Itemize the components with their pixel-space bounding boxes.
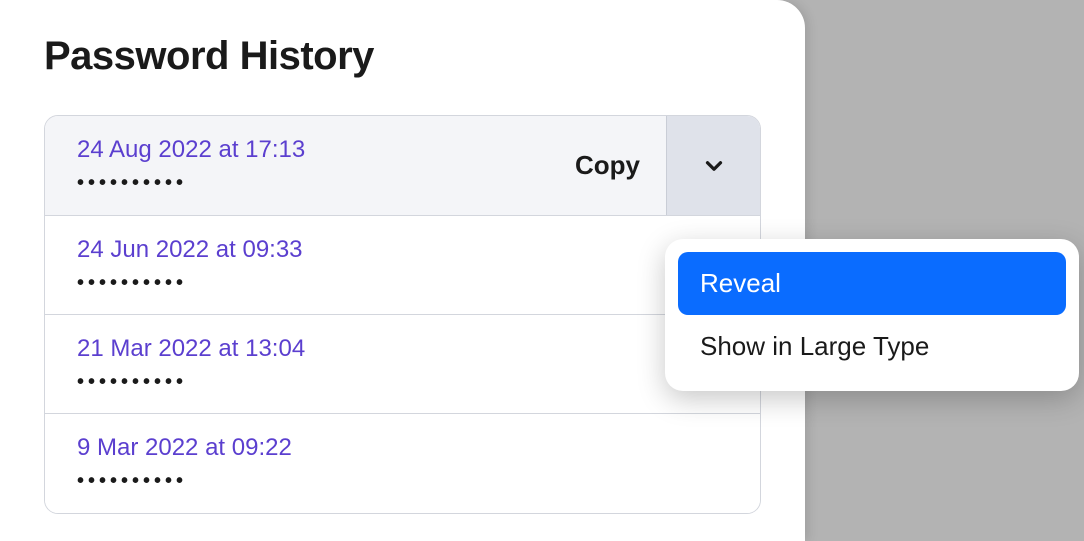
row-date: 9 Mar 2022 at 09:22 <box>77 434 732 462</box>
menu-item-reveal[interactable]: Reveal <box>678 252 1066 315</box>
row-content: 21 Mar 2022 at 13:04 •••••••••• <box>45 317 760 412</box>
dropdown-menu: Reveal Show in Large Type <box>665 239 1079 391</box>
row-masked-password: •••••••••• <box>77 371 732 394</box>
history-row[interactable]: 24 Jun 2022 at 09:33 •••••••••• <box>45 216 760 315</box>
chevron-down-icon <box>701 153 727 179</box>
row-content: 24 Aug 2022 at 17:13 •••••••••• <box>45 118 557 213</box>
history-row[interactable]: 9 Mar 2022 at 09:22 •••••••••• <box>45 414 760 513</box>
menu-item-large-type[interactable]: Show in Large Type <box>678 315 1066 378</box>
history-row[interactable]: 24 Aug 2022 at 17:13 •••••••••• Copy <box>45 116 760 216</box>
row-actions: Copy <box>557 116 760 215</box>
row-content: 24 Jun 2022 at 09:33 •••••••••• <box>45 218 760 313</box>
row-date: 24 Aug 2022 at 17:13 <box>77 136 529 164</box>
row-masked-password: •••••••••• <box>77 172 529 195</box>
history-row[interactable]: 21 Mar 2022 at 13:04 •••••••••• <box>45 315 760 414</box>
row-date: 24 Jun 2022 at 09:33 <box>77 236 732 264</box>
history-list: 24 Aug 2022 at 17:13 •••••••••• Copy 24 … <box>44 115 761 514</box>
dropdown-button[interactable] <box>666 116 760 215</box>
page-title: Password History <box>44 34 761 79</box>
row-masked-password: •••••••••• <box>77 470 732 493</box>
row-content: 9 Mar 2022 at 09:22 •••••••••• <box>45 416 760 511</box>
row-date: 21 Mar 2022 at 13:04 <box>77 335 732 363</box>
copy-button[interactable]: Copy <box>557 116 666 215</box>
row-masked-password: •••••••••• <box>77 272 732 295</box>
